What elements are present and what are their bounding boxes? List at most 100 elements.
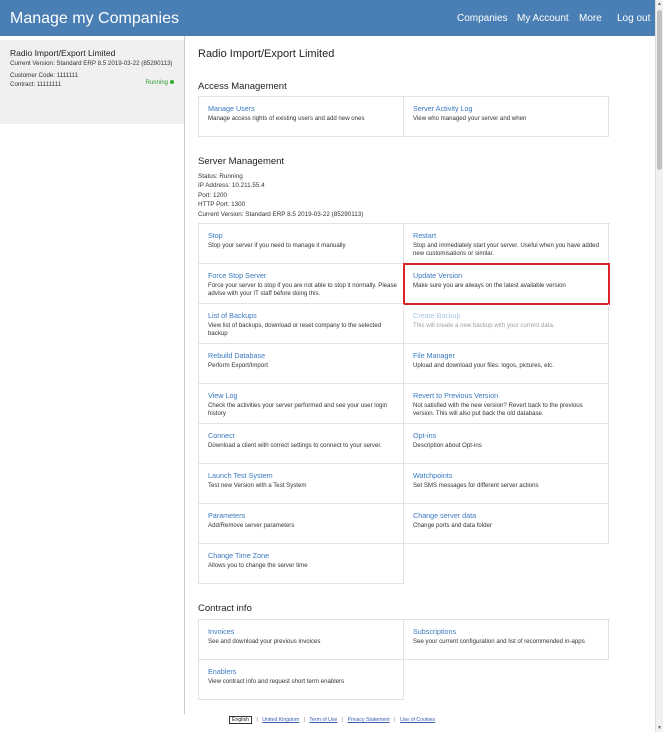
force-stop-server-description: Force your server to stop if you are not… bbox=[208, 282, 397, 298]
server-activity-log-link[interactable]: Server Activity Log bbox=[413, 104, 473, 113]
server-management-heading: Server Management bbox=[198, 156, 285, 167]
action-change-server-data[interactable]: Change server data Change ports and data … bbox=[404, 504, 609, 544]
footer-link-united-kingdom[interactable]: United Kingdom bbox=[262, 717, 299, 723]
create-backup-link[interactable]: Create Backup bbox=[413, 311, 461, 320]
restart-link[interactable]: Restart bbox=[413, 231, 436, 240]
scroll-down-arrow-icon[interactable]: ▼ bbox=[657, 725, 662, 731]
view-log-link[interactable]: View Log bbox=[208, 391, 237, 400]
revert-to-previous-version-description: Not satisfied with the new version? Reve… bbox=[413, 402, 583, 418]
manage-users-link[interactable]: Manage Users bbox=[208, 104, 255, 113]
action-subscriptions[interactable]: Subscriptions See your current configurat… bbox=[404, 620, 609, 660]
file-manager-link[interactable]: File Manager bbox=[413, 351, 455, 360]
action-update-version[interactable]: Update Version Make sure you are always o… bbox=[403, 263, 610, 305]
action-rebuild-database[interactable]: Rebuild Database Perform Export/Import bbox=[199, 344, 404, 384]
action-list-of-backups[interactable]: List of Backups View list of backups, dow… bbox=[199, 304, 404, 344]
rebuild-database-link[interactable]: Rebuild Database bbox=[208, 351, 265, 360]
action-manage-users[interactable]: Manage Users Manage access rights of exis… bbox=[199, 97, 404, 137]
language-selector[interactable]: English bbox=[229, 716, 253, 724]
list-of-backups-description: View list of backups, download or reset … bbox=[208, 322, 381, 338]
connect-link[interactable]: Connect bbox=[208, 431, 235, 440]
customer-code: Customer Code: 1111111 bbox=[10, 72, 79, 79]
footer-link-use-of-cookies[interactable]: Use of Cookies bbox=[400, 717, 435, 723]
status-dot-icon bbox=[170, 80, 174, 85]
watchpoints-link[interactable]: Watchpoints bbox=[413, 471, 452, 480]
server-activity-log-description: View who managed your server and when bbox=[413, 115, 527, 122]
change-time-zone-description: Allows you to change the server time bbox=[208, 562, 308, 569]
separator: | bbox=[341, 717, 344, 723]
separator: | bbox=[256, 717, 258, 723]
manage-users-description: Manage access rights of existing users a… bbox=[208, 115, 365, 122]
sidebar: Radio Import/Export Limited Current Vers… bbox=[0, 36, 185, 714]
action-revert-to-previous-version[interactable]: Revert to Previous Version Not satisfied … bbox=[404, 384, 609, 424]
change-server-data-description: Change ports and data folder bbox=[413, 522, 492, 529]
opt-ins-link[interactable]: Opt-ins bbox=[413, 431, 436, 440]
access-management-grid: Manage Users Manage access rights of exis… bbox=[198, 96, 610, 137]
scroll-up-arrow-icon[interactable]: ▲ bbox=[657, 1, 662, 7]
top-navigation-bar: Manage my Companies Companies My Account… bbox=[0, 0, 655, 36]
contract-info-heading: Contract info bbox=[198, 603, 252, 614]
invoices-link[interactable]: Invoices bbox=[208, 627, 234, 636]
nav-companies[interactable]: Companies bbox=[457, 13, 508, 24]
action-file-manager[interactable]: File Manager Upload and download your fil… bbox=[404, 344, 609, 384]
action-force-stop-server[interactable]: Force Stop Server Force your server to st… bbox=[199, 264, 404, 304]
current-version: Current Version: Standard ERP 8.5 2019-0… bbox=[10, 60, 173, 67]
force-stop-server-link[interactable]: Force Stop Server bbox=[208, 271, 266, 280]
company-card[interactable]: Radio Import/Export Limited Current Vers… bbox=[0, 40, 184, 124]
file-manager-description: Upload and download your files: logos, p… bbox=[413, 362, 554, 369]
nav-my-account[interactable]: My Account bbox=[517, 13, 569, 24]
enablers-link[interactable]: Enablers bbox=[208, 667, 236, 676]
action-connect[interactable]: Connect Download a client with correct se… bbox=[199, 424, 404, 464]
http-port-line: HTTP Port: 1300 bbox=[198, 201, 246, 209]
contract-info-grid: Invoices See and download your previous i… bbox=[198, 619, 610, 700]
change-time-zone-link[interactable]: Change Time Zone bbox=[208, 551, 269, 560]
launch-test-system-description: Test new Version with a Test System bbox=[208, 482, 307, 489]
footer: English | United Kingdom | Term of Use |… bbox=[229, 716, 435, 724]
separator: | bbox=[394, 717, 396, 723]
view-log-description: Check the activities your server perform… bbox=[208, 402, 388, 418]
page-scrollbar[interactable]: ▲ ▼ bbox=[655, 0, 663, 732]
scrollbar-thumb[interactable] bbox=[657, 10, 662, 170]
version-line: Current Version: Standard ERP 8.5 2019-0… bbox=[198, 210, 364, 218]
watchpoints-description: Set SMS messages for different server ac… bbox=[413, 482, 539, 489]
subscriptions-link[interactable]: Subscriptions bbox=[413, 627, 456, 636]
page-title: Radio Import/Export Limited bbox=[198, 48, 335, 60]
action-server-activity-log[interactable]: Server Activity Log View who managed your… bbox=[404, 97, 609, 137]
action-change-time-zone[interactable]: Change Time Zone Allows you to change the… bbox=[199, 544, 404, 584]
invoices-description: See and download your previous invoices bbox=[208, 638, 321, 645]
action-enablers[interactable]: Enablers View contract info and request s… bbox=[199, 660, 404, 700]
status-line: Status: Running bbox=[198, 173, 243, 180]
subscriptions-description: See your current configuration and list … bbox=[413, 638, 585, 645]
action-stop[interactable]: Stop Stop your server if you need to mana… bbox=[199, 224, 404, 264]
action-view-log[interactable]: View Log Check the activities your server… bbox=[199, 384, 404, 424]
opt-ins-description: Description about Opt-ins bbox=[413, 442, 482, 449]
nav-more[interactable]: More bbox=[579, 13, 602, 24]
list-of-backups-link[interactable]: List of Backups bbox=[208, 311, 257, 320]
ip-address-line: IP Address: 10.211.55.4 bbox=[198, 182, 265, 190]
company-name: Radio Import/Export Limited bbox=[10, 48, 116, 58]
parameters-description: Add/Remove server parameters bbox=[208, 522, 295, 529]
contract-number: Contract: 11111111 bbox=[10, 81, 62, 88]
access-management-heading: Access Management bbox=[198, 81, 287, 92]
action-parameters[interactable]: Parameters Add/Remove server parameters bbox=[199, 504, 404, 544]
launch-test-system-link[interactable]: Launch Test System bbox=[208, 471, 273, 480]
server-status-info: Status: Running IP Address: 10.211.55.4 … bbox=[198, 172, 363, 219]
action-restart[interactable]: Restart Stop and immediately start your s… bbox=[404, 224, 609, 264]
port-line: Port: 1200 bbox=[198, 191, 228, 199]
action-invoices[interactable]: Invoices See and download your previous i… bbox=[199, 620, 404, 660]
footer-link-terms-of-use[interactable]: Term of Use bbox=[309, 717, 337, 723]
action-watchpoints[interactable]: Watchpoints Set SMS messages for differen… bbox=[404, 464, 609, 504]
stop-link[interactable]: Stop bbox=[208, 231, 223, 240]
stop-description: Stop your server if you need to manage i… bbox=[208, 242, 346, 249]
revert-to-previous-version-link[interactable]: Revert to Previous Version bbox=[413, 391, 498, 400]
change-server-data-link[interactable]: Change server data bbox=[413, 511, 476, 520]
action-opt-ins[interactable]: Opt-ins Description about Opt-ins bbox=[404, 424, 609, 464]
separator: | bbox=[303, 717, 306, 723]
parameters-link[interactable]: Parameters bbox=[208, 511, 245, 520]
footer-link-privacy-statement[interactable]: Privacy Statement bbox=[348, 717, 390, 723]
update-version-description: Make sure you are always on the latest a… bbox=[413, 282, 566, 289]
restart-description: Stop and immediately start your server. … bbox=[413, 242, 599, 258]
update-version-link[interactable]: Update Version bbox=[413, 271, 462, 280]
action-launch-test-system[interactable]: Launch Test System Test new Version with … bbox=[199, 464, 404, 504]
action-create-backup[interactable]: Create Backup This will create a new back… bbox=[404, 304, 609, 344]
nav-log-out[interactable]: Log out bbox=[617, 13, 650, 24]
